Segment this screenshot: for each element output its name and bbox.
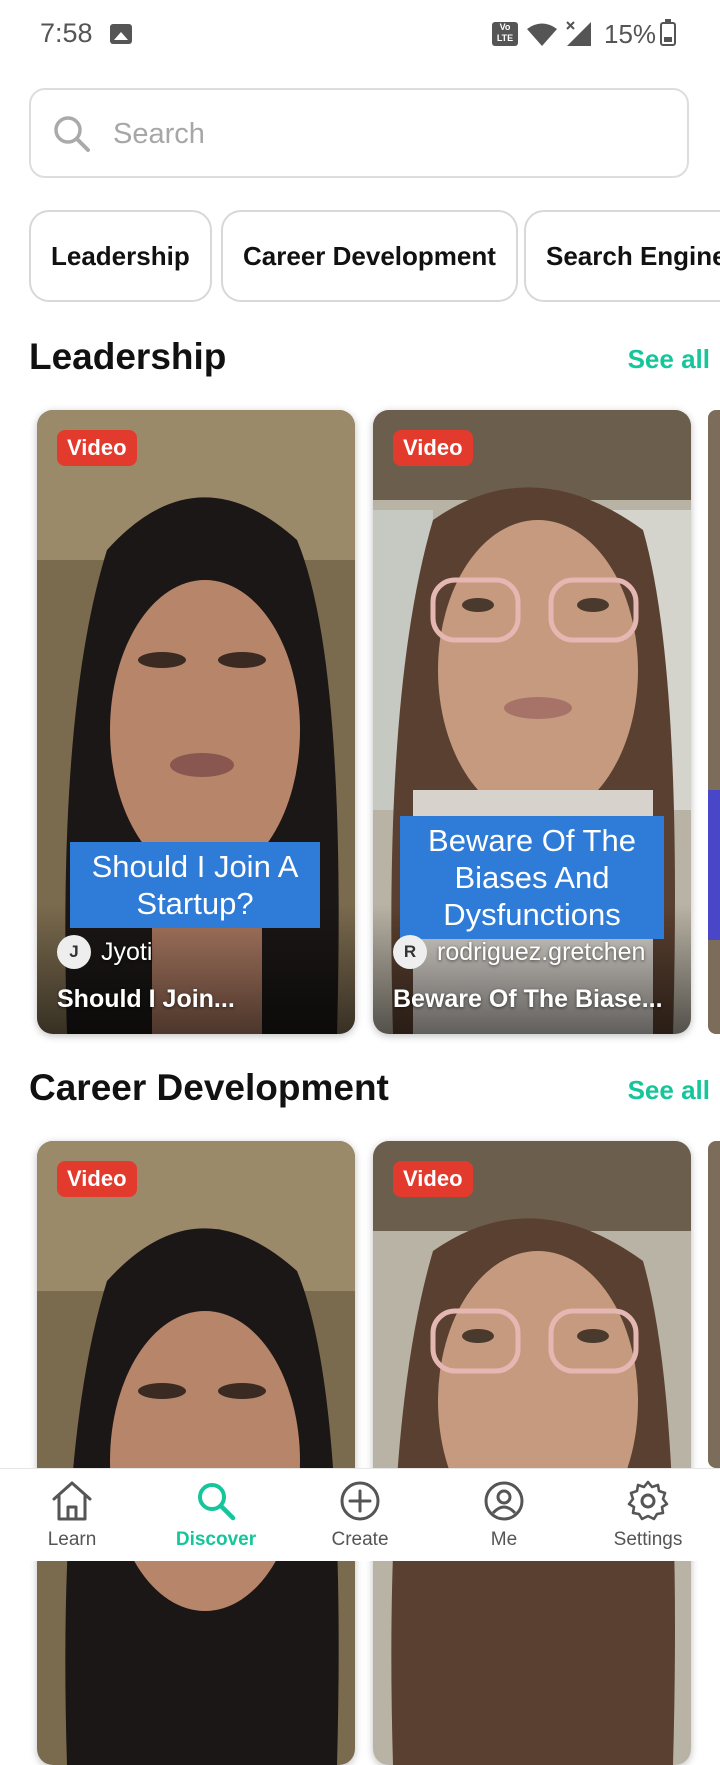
video-caption: Should I Join A Startup? [70, 842, 320, 928]
video-thumbnail [37, 1141, 355, 1765]
search-icon [198, 1483, 236, 1521]
nav-discover[interactable]: Discover [144, 1469, 288, 1561]
signal-icon [566, 21, 591, 46]
search-input[interactable] [111, 108, 655, 160]
author-name: Jyoti [101, 937, 153, 966]
avatar: R [393, 935, 427, 969]
chip-leadership[interactable]: Leadership [29, 210, 212, 302]
search-icon [54, 116, 90, 152]
next-card-thumbnail [708, 1141, 720, 1468]
next-card-thumbnail [708, 410, 720, 1034]
volte-icon: Vo LTE [492, 22, 518, 46]
status-bar: 7:58 Vo LTE 15% [0, 0, 720, 70]
status-time: 7:58 [40, 18, 93, 48]
video-thumbnail [373, 1141, 691, 1765]
author-row: J Jyoti [57, 934, 152, 970]
nav-learn[interactable]: Learn [0, 1469, 144, 1561]
nav-label: Learn [47, 1529, 97, 1550]
search-box[interactable] [29, 88, 689, 178]
video-card[interactable]: Video Should I Join A Startup? J Jyoti S… [37, 410, 355, 1034]
wifi-icon [527, 23, 557, 46]
battery-icon [660, 19, 676, 46]
bottom-nav: Learn Discover Create Me Settings [0, 1468, 720, 1561]
section-title-career-development: Career Development [29, 1067, 389, 1108]
nav-label: Me [490, 1529, 518, 1550]
video-card[interactable]: Video [373, 1141, 691, 1765]
battery-percent: 15% [604, 19, 657, 49]
author-name: rodriguez.gretchen [437, 937, 646, 966]
see-all-leadership[interactable]: See all [628, 344, 710, 375]
nav-label: Create [331, 1529, 389, 1550]
image-notification-icon [110, 24, 132, 44]
card-title: Should I Join... [57, 985, 235, 1013]
video-badge: Video [57, 1161, 137, 1197]
video-badge: Video [393, 430, 473, 466]
nav-label: Discover [175, 1529, 257, 1550]
next-card-peek[interactable] [708, 410, 720, 1034]
chip-career-development[interactable]: Career Development [221, 210, 518, 302]
plus-circle-icon [340, 1481, 380, 1521]
video-badge: Video [57, 430, 137, 466]
author-row: R rodriguez.gretchen [393, 934, 645, 970]
nav-me[interactable]: Me [432, 1469, 576, 1561]
video-caption: Beware Of The Biases And Dysfunctions [400, 816, 664, 939]
nav-settings[interactable]: Settings [576, 1469, 720, 1561]
gear-icon [627, 1480, 669, 1521]
section-title-leadership: Leadership [29, 336, 227, 377]
video-badge: Video [393, 1161, 473, 1197]
see-all-career-development[interactable]: See all [628, 1075, 710, 1106]
avatar: J [57, 935, 91, 969]
video-card[interactable]: Video [37, 1141, 355, 1765]
nav-label: Settings [613, 1529, 683, 1550]
chip-search-engine[interactable]: Search Engine [524, 210, 720, 302]
video-card[interactable]: Video Beware Of The Biases And Dysfuncti… [373, 410, 691, 1034]
nav-create[interactable]: Create [288, 1469, 432, 1561]
card-title: Beware Of The Biase... [393, 985, 663, 1013]
topic-chips: Leadership Career Development Search Eng… [29, 210, 720, 304]
next-card-peek[interactable] [708, 1141, 720, 1468]
user-circle-icon [484, 1481, 524, 1521]
home-icon [52, 1481, 92, 1521]
